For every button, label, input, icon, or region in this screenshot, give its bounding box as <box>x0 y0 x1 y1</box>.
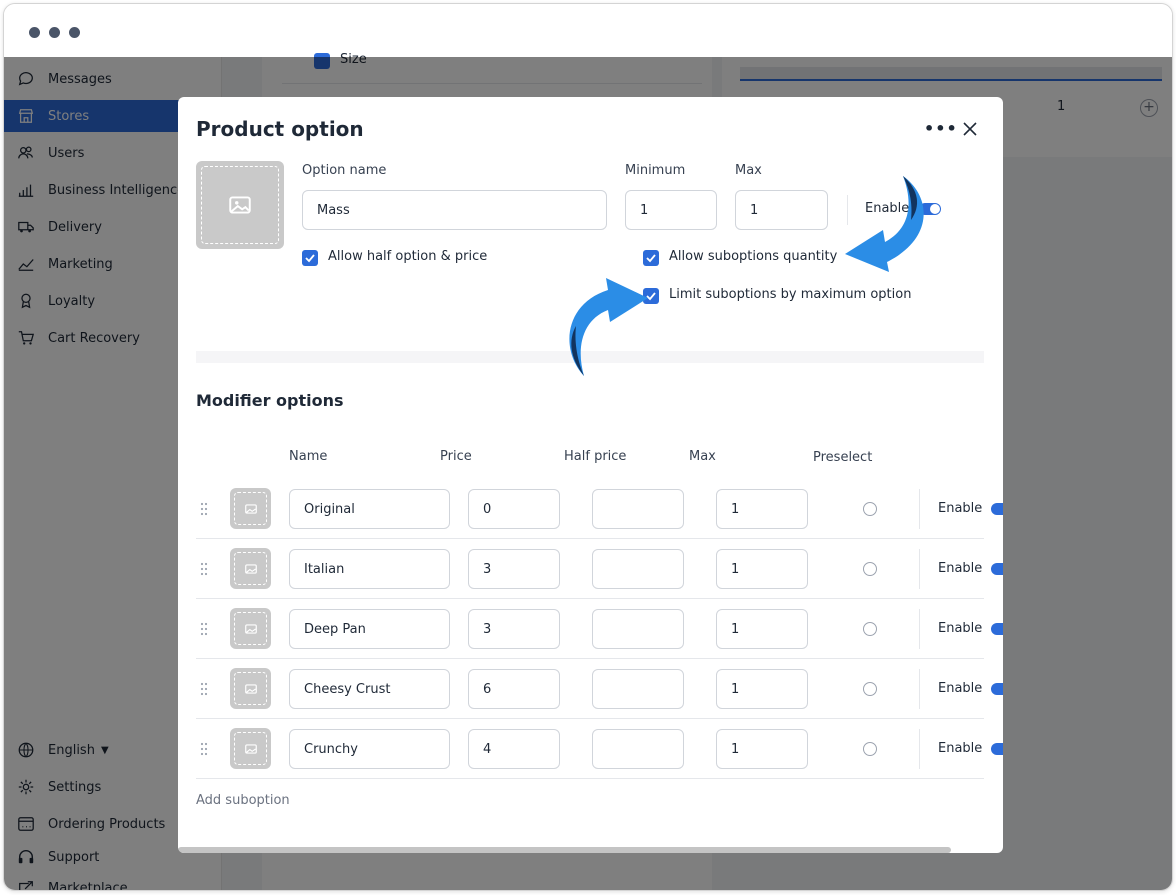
window-dot-minimize[interactable] <box>49 27 60 38</box>
suboption-max-input[interactable]: 1 <box>716 489 808 529</box>
option-name-label: Option name <box>302 163 387 178</box>
suboption-name-input[interactable]: Cheesy Crust <box>289 669 450 709</box>
browser-window: Messages Stores Users Business Intellige… <box>3 3 1173 891</box>
max-label: Max <box>735 163 762 178</box>
row-divider <box>196 658 984 659</box>
row-enable-label: Enable <box>938 561 983 576</box>
suboption-half-price-input[interactable] <box>592 489 684 529</box>
modifier-options-title: Modifier options <box>196 391 344 410</box>
drag-handle-icon[interactable] <box>200 622 208 636</box>
suboption-half-price-input[interactable] <box>592 669 684 709</box>
suboption-half-price-input[interactable] <box>592 609 684 649</box>
modal-title: Product option <box>196 117 364 141</box>
title-bar <box>4 4 1172 57</box>
row-divider <box>196 778 984 779</box>
row-separator <box>919 609 920 649</box>
suboption-name-input[interactable]: Crunchy <box>289 729 450 769</box>
preselect-radio[interactable] <box>863 742 877 756</box>
suboption-price-input[interactable]: 3 <box>468 609 560 649</box>
annotation-arrow-left-icon <box>569 278 648 376</box>
row-enable-label: Enable <box>938 621 983 636</box>
suboption-image-placeholder[interactable] <box>230 668 271 709</box>
suboption-max-input[interactable]: 1 <box>716 609 808 649</box>
allow-half-checkbox[interactable] <box>302 250 318 266</box>
column-header-name: Name <box>289 449 328 464</box>
preselect-radio[interactable] <box>863 502 877 516</box>
row-enable-toggle[interactable] <box>991 503 1003 515</box>
column-header-max: Max <box>689 449 716 464</box>
column-header-preselect: Preselect <box>813 450 873 465</box>
drag-handle-icon[interactable] <box>200 682 208 696</box>
window-dot-close[interactable] <box>29 27 40 38</box>
allow-half-label: Allow half option & price <box>328 249 488 264</box>
row-divider <box>196 718 984 719</box>
close-icon[interactable] <box>960 119 980 139</box>
suboption-price-input[interactable]: 3 <box>468 549 560 589</box>
minimum-input[interactable]: 1 <box>625 190 717 230</box>
more-options-icon[interactable]: ••• <box>924 119 958 138</box>
row-enable-label: Enable <box>938 741 983 756</box>
add-suboption-link[interactable]: Add suboption <box>196 793 290 808</box>
suboption-name-input[interactable]: Original <box>289 489 450 529</box>
row-separator <box>919 729 920 769</box>
suboption-price-input[interactable]: 0 <box>468 489 560 529</box>
drag-handle-icon[interactable] <box>200 562 208 576</box>
row-enable-toggle[interactable] <box>991 563 1003 575</box>
suboption-name-input[interactable]: Italian <box>289 549 450 589</box>
row-separator <box>919 669 920 709</box>
annotation-arrow-right-icon <box>845 176 924 272</box>
column-header-half-price: Half price <box>564 449 627 464</box>
suboption-name-input[interactable]: Deep Pan <box>289 609 450 649</box>
drag-handle-icon[interactable] <box>200 742 208 756</box>
preselect-radio[interactable] <box>863 682 877 696</box>
allow-suboptions-quantity-checkbox[interactable] <box>643 250 659 266</box>
suboption-max-input[interactable]: 1 <box>716 549 808 589</box>
horizontal-scrollbar[interactable] <box>178 847 951 853</box>
allow-suboptions-quantity-label: Allow suboptions quantity <box>669 249 838 264</box>
row-enable-label: Enable <box>938 681 983 696</box>
max-input[interactable]: 1 <box>735 190 828 230</box>
minimum-label: Minimum <box>625 163 686 178</box>
option-name-input[interactable]: Mass <box>302 190 607 230</box>
row-divider <box>196 538 984 539</box>
drag-handle-icon[interactable] <box>200 502 208 516</box>
suboption-max-input[interactable]: 1 <box>716 729 808 769</box>
row-enable-label: Enable <box>938 501 983 516</box>
suboption-max-input[interactable]: 1 <box>716 669 808 709</box>
row-enable-toggle[interactable] <box>991 623 1003 635</box>
row-separator <box>919 549 920 589</box>
option-image-placeholder[interactable] <box>196 161 284 249</box>
row-separator <box>919 489 920 529</box>
suboption-half-price-input[interactable] <box>592 729 684 769</box>
row-enable-toggle[interactable] <box>991 743 1003 755</box>
preselect-radio[interactable] <box>863 562 877 576</box>
column-header-price: Price <box>440 449 472 464</box>
suboption-image-placeholder[interactable] <box>230 488 271 529</box>
suboption-price-input[interactable]: 6 <box>468 669 560 709</box>
window-dot-maximize[interactable] <box>69 27 80 38</box>
suboption-price-input[interactable]: 4 <box>468 729 560 769</box>
suboption-image-placeholder[interactable] <box>230 608 271 649</box>
row-divider <box>196 598 984 599</box>
preselect-radio[interactable] <box>863 622 877 636</box>
suboption-half-price-input[interactable] <box>592 549 684 589</box>
row-enable-toggle[interactable] <box>991 683 1003 695</box>
suboption-image-placeholder[interactable] <box>230 728 271 769</box>
limit-suboptions-label: Limit suboptions by maximum option <box>669 287 912 302</box>
suboption-image-placeholder[interactable] <box>230 548 271 589</box>
